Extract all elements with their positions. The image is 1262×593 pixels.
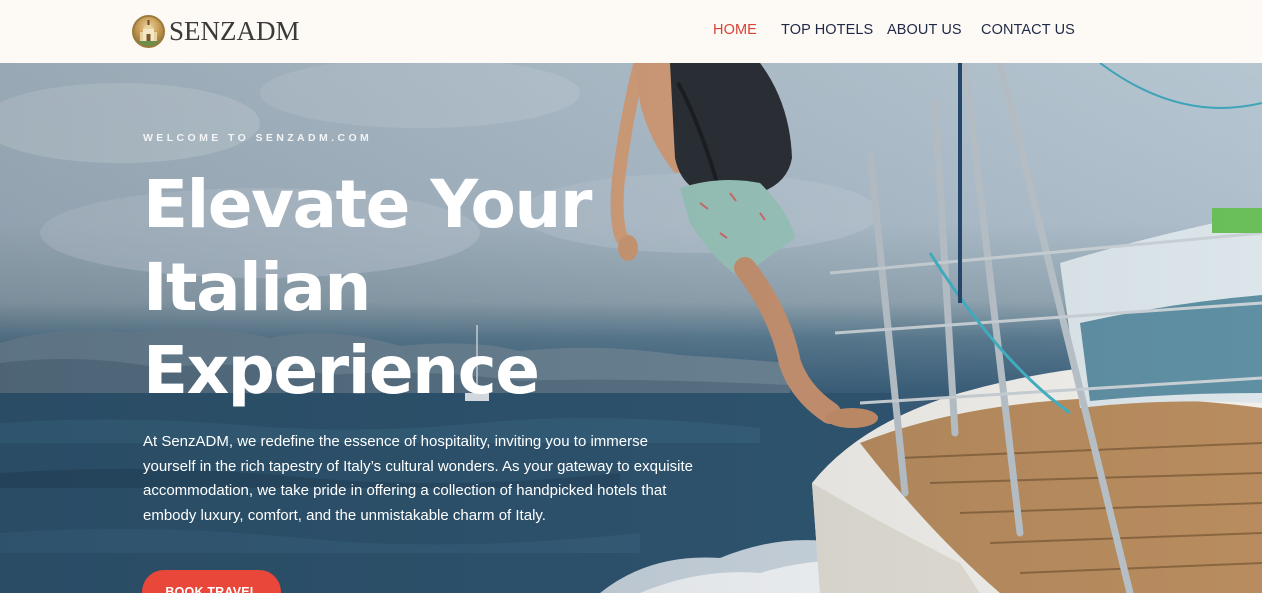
cathedral-emblem-icon (132, 14, 165, 48)
nav-contact-us[interactable]: CONTACT US (981, 22, 1075, 38)
hero-headline: Elevate Your Italian Experience (143, 166, 592, 409)
brand-logo[interactable]: SENZADM (132, 14, 300, 48)
site-header: SENZADM HOME TOP HOTELS ABOUT US CONTACT… (0, 0, 1262, 63)
hero-intro: At SenzADM, we redefine the essence of h… (143, 433, 693, 524)
nav-top-hotels[interactable]: TOP HOTELS (781, 22, 873, 38)
nav-about-us[interactable]: ABOUT US (887, 22, 962, 38)
hero-eyebrow: WELCOME TO SENZADM.COM (143, 132, 373, 144)
brand-name: SENZADM (169, 16, 300, 46)
hero-section: WELCOME TO SENZADM.COM Elevate Your Ital… (0, 63, 1262, 593)
book-travel-button[interactable]: BOOK TRAVEL (142, 570, 281, 593)
nav-home[interactable]: HOME (713, 22, 757, 38)
